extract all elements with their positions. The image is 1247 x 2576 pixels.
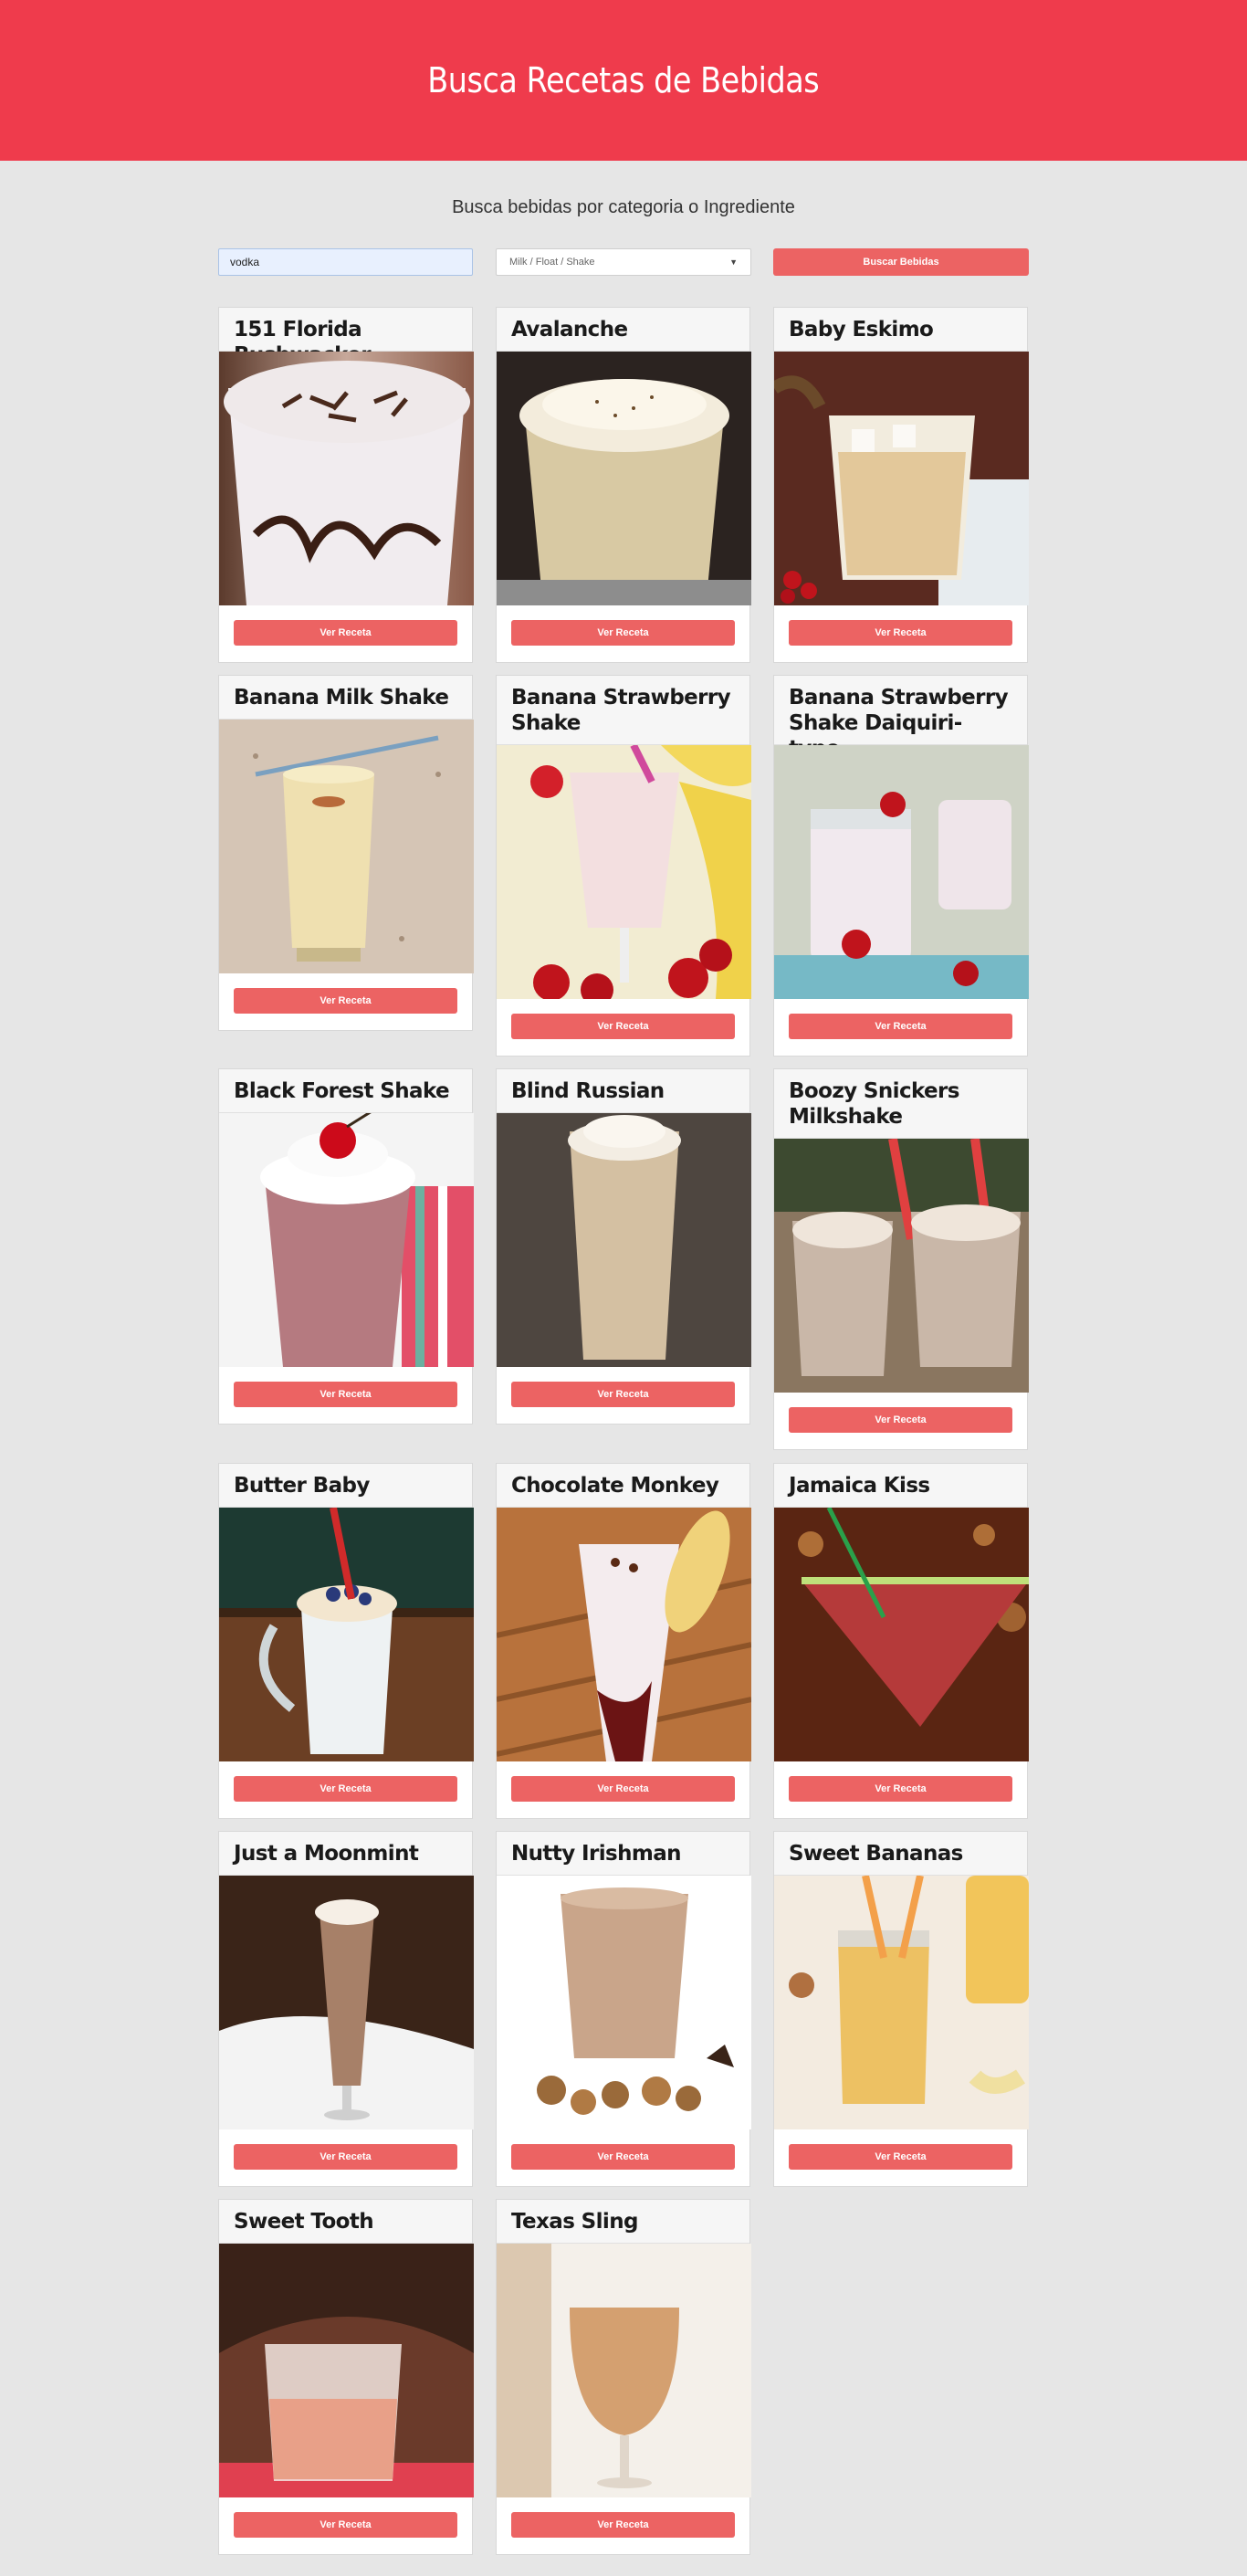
drink-card: Chocolate Monkey Ver Receta [496,1463,751,1819]
drink-image [497,1508,751,1761]
drink-image [774,1139,1029,1393]
drink-image [497,1113,751,1367]
drink-image [219,1113,474,1367]
drink-card: Sweet Bananas Ver Receta [773,1831,1029,2187]
drink-image [774,1508,1029,1761]
drink-image [774,352,1029,605]
drink-card: Boozy Snickers Milkshake Ver Receta [773,1068,1029,1450]
view-recipe-button[interactable]: Ver Receta [234,2144,457,2170]
page-header: Busca Recetas de Bebidas [0,0,1247,161]
chevron-down-icon: ▼ [729,258,738,267]
drink-name: Baby Eskimo [774,308,1027,352]
page-title: Busca Recetas de Bebidas [427,60,820,100]
drink-card: Jamaica Kiss Ver Receta [773,1463,1029,1819]
drink-image [219,1876,474,2129]
drink-card: Banana Strawberry Shake Ver Receta [496,675,751,1057]
view-recipe-button[interactable]: Ver Receta [789,1776,1012,1802]
drink-card: Banana Strawberry Shake Daiquiri-type Ver… [773,675,1029,1057]
drinks-grid: 151 Florida BushwackerVer RecetaAvalanch… [0,307,1247,2576]
drink-name: Sweet Tooth [219,2200,472,2244]
category-select-value: Milk / Float / Shake [509,257,595,268]
drink-name: Butter Baby [219,1464,472,1508]
drink-name: Banana Strawberry Shake [497,676,749,745]
drink-image [219,1508,474,1761]
drink-card: Butter Baby Ver Receta [218,1463,474,1819]
drink-card: Just a Moonmint Ver Receta [218,1831,474,2187]
search-drinks-button[interactable]: Buscar Bebidas [773,248,1029,276]
drink-image [774,1876,1029,2129]
drink-image [497,1876,751,2129]
drink-image [774,745,1029,999]
drink-card: 151 Florida Bushwacker Ver Receta [218,307,474,663]
drink-image [497,2244,751,2497]
view-recipe-button[interactable]: Ver Receta [789,620,1012,646]
drink-name: Texas Sling [497,2200,749,2244]
drink-card: Banana Milk Shake Ver Receta [218,675,474,1031]
drink-name: 151 Florida Bushwacker [219,308,472,367]
drink-card: Black Forest Shake Ver Receta [218,1068,474,1425]
search-form: Milk / Float / Shake ▼ Buscar Bebidas [0,248,1247,279]
drink-name: Black Forest Shake [219,1069,472,1113]
view-recipe-button[interactable]: Ver Receta [234,2512,457,2538]
drink-name: Jamaica Kiss [774,1464,1027,1508]
view-recipe-button[interactable]: Ver Receta [789,1014,1012,1039]
ingredient-search-input[interactable] [218,248,473,276]
drink-image [497,352,751,605]
drink-image [219,2244,474,2497]
drink-name: Banana Strawberry Shake Daiquiri-type [774,676,1027,761]
drink-name: Sweet Bananas [774,1832,1027,1876]
drink-card: Baby Eskimo Ver Receta [773,307,1029,663]
category-select[interactable]: Milk / Float / Shake ▼ [496,248,751,276]
drink-name: Chocolate Monkey [497,1464,749,1508]
view-recipe-button[interactable]: Ver Receta [511,2144,735,2170]
view-recipe-button[interactable]: Ver Receta [511,1014,735,1039]
drink-card: Sweet Tooth Ver Receta [218,2199,474,2555]
drink-name: Banana Milk Shake [219,676,472,720]
drink-card: Nutty Irishman Ver Receta [496,1831,751,2187]
search-section: Busca bebidas por categoria o Ingredient… [0,197,1247,279]
drink-name: Boozy Snickers Milkshake [774,1069,1027,1139]
search-subtitle: Busca bebidas por categoria o Ingredient… [452,197,795,217]
drink-card: Texas Sling Ver Receta [496,2199,751,2555]
drink-name: Just a Moonmint [219,1832,472,1876]
drink-image [497,745,751,999]
view-recipe-button[interactable]: Ver Receta [234,988,457,1014]
view-recipe-button[interactable]: Ver Receta [511,2512,735,2538]
drink-card: Blind Russian Ver Receta [496,1068,751,1425]
drink-image [219,720,474,973]
view-recipe-button[interactable]: Ver Receta [234,1776,457,1802]
view-recipe-button[interactable]: Ver Receta [234,1382,457,1407]
drink-image [219,352,474,605]
view-recipe-button[interactable]: Ver Receta [234,620,457,646]
drink-name: Avalanche [497,308,749,352]
view-recipe-button[interactable]: Ver Receta [789,2144,1012,2170]
drink-name: Blind Russian [497,1069,749,1113]
view-recipe-button[interactable]: Ver Receta [789,1407,1012,1433]
drink-card: Avalanche Ver Receta [496,307,751,663]
view-recipe-button[interactable]: Ver Receta [511,1776,735,1802]
drink-name: Nutty Irishman [497,1832,749,1876]
view-recipe-button[interactable]: Ver Receta [511,1382,735,1407]
view-recipe-button[interactable]: Ver Receta [511,620,735,646]
